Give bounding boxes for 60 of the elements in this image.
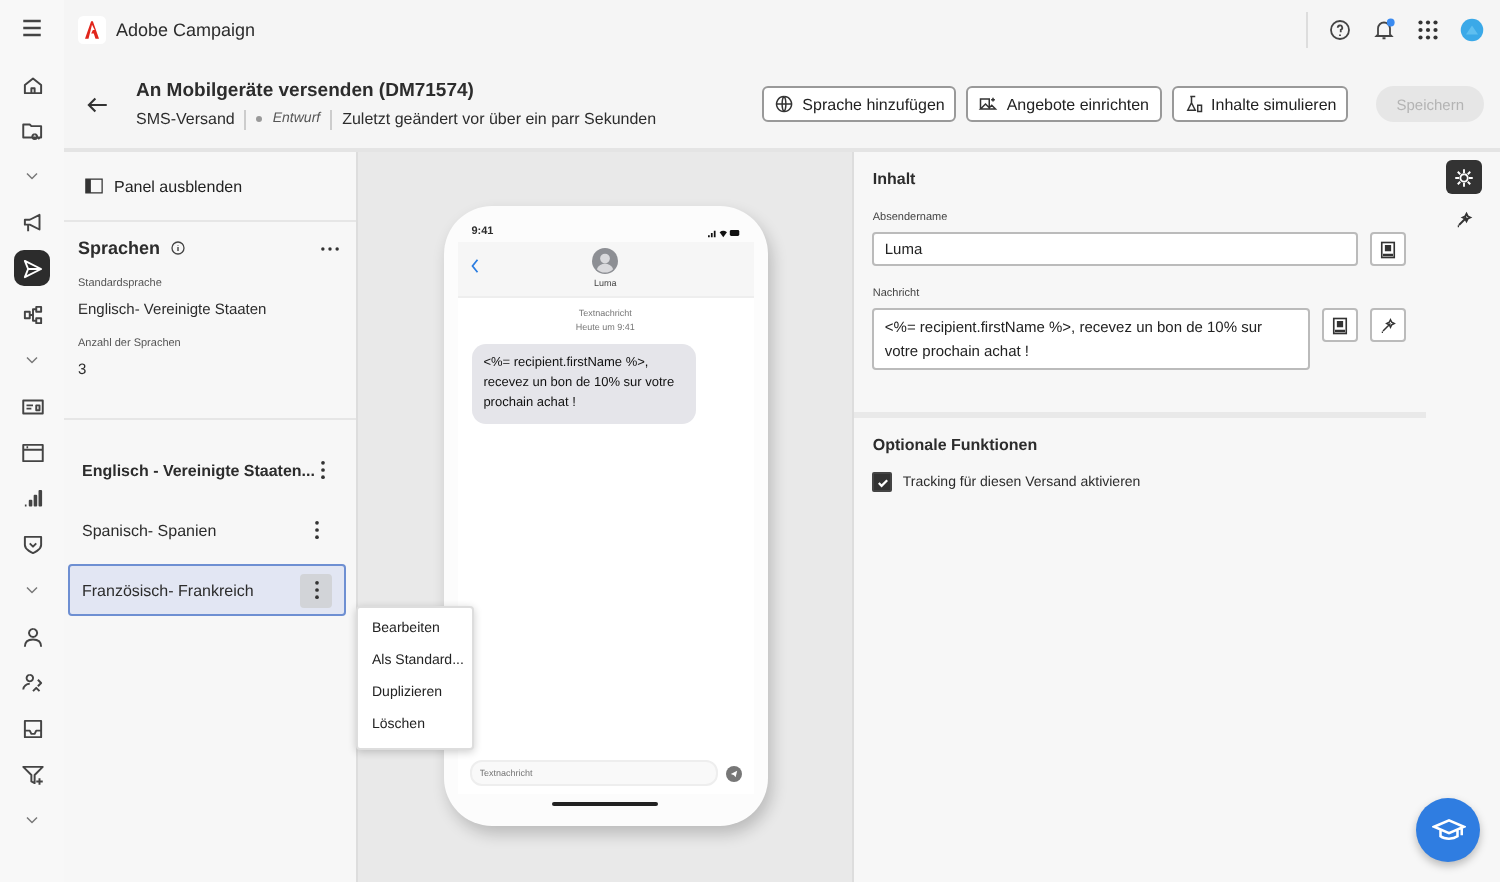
hide-panel-button[interactable]: Panel ausblenden <box>64 152 263 220</box>
menu-icon[interactable] <box>18 14 46 42</box>
more-icon[interactable] <box>320 245 340 251</box>
settings-button[interactable] <box>1445 160 1482 194</box>
globe-icon <box>774 94 795 114</box>
people-icon <box>19 669 45 695</box>
status-icons <box>707 227 740 237</box>
kebab-icon <box>320 460 327 480</box>
contact-avatar-icon <box>592 248 619 274</box>
flask-icon <box>1183 94 1204 114</box>
notification-bell-icon[interactable] <box>1372 18 1396 42</box>
back-chevron-icon[interactable] <box>469 258 480 274</box>
logo-icon <box>78 16 106 44</box>
personalize-icon <box>1378 239 1399 259</box>
send-icon[interactable] <box>725 765 742 781</box>
section-title: Inhalt <box>872 170 918 188</box>
tracking-checkbox[interactable] <box>872 472 893 492</box>
more-options-button[interactable] <box>300 573 332 607</box>
page-title: An Mobilgeräte versenden (DM71574) <box>136 79 476 101</box>
help-icon[interactable] <box>1328 18 1352 42</box>
checkmark-icon <box>875 475 890 489</box>
language-name: Französisch- Frankreich <box>82 581 254 599</box>
language-item[interactable]: Englisch - Vereinigte Staaten... <box>68 444 346 496</box>
action-button[interactable]: Inhalte simulieren <box>1171 86 1349 122</box>
ai-assistant-button[interactable] <box>1370 308 1407 342</box>
kebab-icon <box>313 580 319 600</box>
nav-button[interactable] <box>14 250 50 286</box>
sparkle-icon <box>1378 315 1399 335</box>
action-button[interactable]: Sprache hinzufügen <box>762 86 957 122</box>
language-name: Englisch - Vereinigte Staaten... <box>82 461 315 479</box>
personalize-button[interactable] <box>1370 232 1407 266</box>
personalize-button[interactable] <box>1322 308 1359 342</box>
action-button[interactable]: Angebote einrichten <box>966 86 1162 122</box>
panel-icon <box>84 176 104 196</box>
shield-icon <box>19 531 45 557</box>
inbox-icon <box>19 715 45 741</box>
window-icon <box>19 439 45 465</box>
language-name: Spanisch- Spanien <box>82 521 217 539</box>
offer-icon <box>978 94 999 114</box>
section-title: Optionale Funktionen <box>872 436 1040 454</box>
language-item[interactable]: Spanisch- Spanien <box>68 504 346 556</box>
home-indicator <box>552 802 659 806</box>
kebab-icon <box>313 520 319 540</box>
section-title: Sprachen <box>78 238 161 258</box>
person-icon <box>19 623 45 649</box>
personalize-icon <box>1330 315 1351 335</box>
modified-text: Zuletzt geändert vor über ein parr Sekunden <box>342 110 657 128</box>
chart-icon <box>19 485 45 511</box>
megaphone-icon <box>19 209 45 235</box>
sparkle-icon <box>1453 209 1474 229</box>
apps-grid-icon[interactable] <box>1416 18 1440 42</box>
info-icon[interactable] <box>170 240 187 256</box>
filter-icon <box>19 761 45 787</box>
status-dot-icon <box>256 116 263 122</box>
channel-label: SMS-Versand <box>136 110 235 128</box>
app-name: Adobe Campaign <box>116 20 256 40</box>
workflow-icon <box>19 301 45 327</box>
send-icon <box>19 255 45 281</box>
language-item[interactable]: Französisch- Frankreich <box>68 564 346 616</box>
settings-icon <box>1453 167 1474 187</box>
